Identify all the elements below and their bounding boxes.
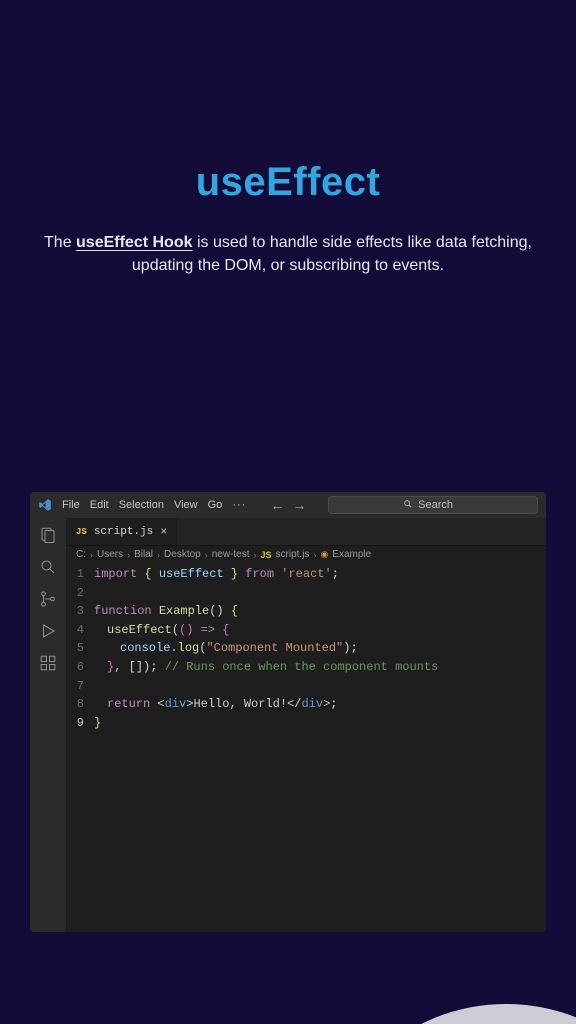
- close-icon[interactable]: ×: [160, 526, 167, 538]
- editor-body[interactable]: 123456789 import { useEffect } from 'rea…: [66, 565, 546, 732]
- extensions-icon[interactable]: [39, 654, 57, 672]
- explorer-icon[interactable]: [39, 526, 57, 544]
- line-gutter: 123456789: [66, 565, 94, 732]
- menu-view[interactable]: View: [174, 499, 198, 511]
- source-control-icon[interactable]: [39, 590, 57, 608]
- nav-forward-icon[interactable]: →: [292, 498, 306, 512]
- page-subtitle: The useEffect Hook is used to handle sid…: [43, 231, 533, 277]
- tab-bar: JS script.js ×: [30, 518, 546, 546]
- menu-bar: File Edit Selection View Go ···: [62, 499, 246, 511]
- menu-overflow-icon[interactable]: ···: [232, 499, 246, 511]
- symbol-icon: ◉: [320, 549, 328, 560]
- decorative-circle: [316, 1004, 576, 1024]
- breadcrumb-seg: Bilal: [134, 549, 153, 560]
- breadcrumb[interactable]: C:› Users› Bilal› Desktop› new-test› JS …: [66, 546, 546, 564]
- breadcrumb-seg: new-test: [212, 549, 250, 560]
- search-placeholder: Search: [418, 499, 453, 511]
- breadcrumb-seg: Users: [97, 549, 123, 560]
- menu-go[interactable]: Go: [208, 499, 223, 511]
- menu-edit[interactable]: Edit: [90, 499, 109, 511]
- run-debug-icon[interactable]: [39, 622, 57, 640]
- tab-script-js[interactable]: JS script.js ×: [66, 518, 178, 545]
- breadcrumb-seg: C:: [76, 549, 86, 560]
- search-activity-icon[interactable]: [39, 558, 57, 576]
- search-icon: [403, 499, 413, 512]
- code-content: import { useEffect } from 'react'; funct…: [94, 565, 438, 732]
- page-title: useEffect: [0, 160, 576, 205]
- nav-arrows: ← →: [270, 498, 306, 512]
- activity-bar: [30, 518, 66, 932]
- subtitle-hook: useEffect Hook: [76, 234, 192, 251]
- menu-file[interactable]: File: [62, 499, 80, 511]
- vscode-window: File Edit Selection View Go ··· ← → Sear…: [30, 492, 546, 932]
- js-file-icon: JS: [76, 527, 87, 537]
- menu-selection[interactable]: Selection: [119, 499, 164, 511]
- nav-back-icon[interactable]: ←: [270, 498, 284, 512]
- titlebar: File Edit Selection View Go ··· ← → Sear…: [30, 492, 546, 518]
- command-center-search[interactable]: Search: [328, 496, 538, 514]
- js-file-icon: JS: [261, 550, 272, 560]
- subtitle-pre: The: [44, 234, 76, 251]
- breadcrumb-seg: Example: [332, 549, 371, 560]
- tab-label: script.js: [94, 526, 153, 538]
- breadcrumb-seg: script.js: [276, 549, 310, 560]
- vscode-logo-icon: [38, 498, 52, 512]
- subtitle-post: is used to handle side effects like data…: [132, 234, 532, 274]
- breadcrumb-seg: Desktop: [164, 549, 201, 560]
